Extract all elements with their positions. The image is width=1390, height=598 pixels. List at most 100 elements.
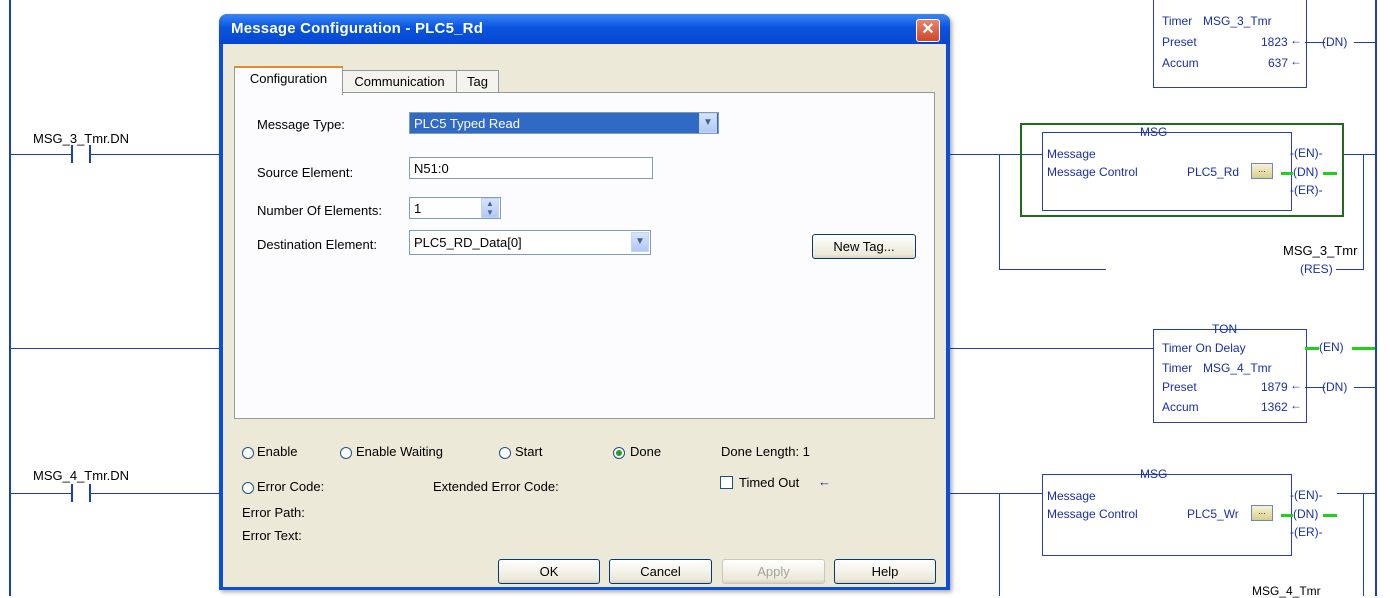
rung1-contact-tag[interactable]: MSG_3_Tmr.DN [33,131,129,146]
msg2-line1: Message [1047,489,1096,503]
msg1-output-wire [1344,154,1375,155]
rung2-wire-right [950,348,1154,349]
help-button[interactable]: Help [834,559,936,584]
res-wire-right [1336,269,1364,270]
msg1-dn-coil: (DN) [1293,165,1319,179]
ton2-line1: Timer On Delay [1162,341,1246,355]
top-timer-label: Timer [1162,14,1193,28]
msg2-er-coil: -(ER)- [1290,525,1323,539]
ton2-accum-label: Accum [1162,400,1199,414]
rung1-branch-down [999,154,1000,269]
rung3-contact[interactable] [71,484,91,502]
ton2-timer-tag[interactable]: MSG_4_Tmr [1203,361,1272,375]
enable-label: Enable [257,444,298,459]
timed-out-checkbox[interactable] [720,476,733,489]
ok-button-label: OK [539,564,559,579]
source-element-field[interactable]: N51:0 [409,157,653,179]
new-tag-button[interactable]: New Tag... [812,234,916,259]
rung1-wire-left [11,154,71,155]
left-power-rail [9,0,11,596]
cancel-button[interactable]: Cancel [609,559,712,584]
rung2-wire-left [11,348,219,349]
ton2-preset-arrow: ← [1290,378,1302,392]
rung2-contact-tag[interactable]: MSG_4_Tmr.DN [33,468,129,483]
tab-communication[interactable]: Communication [342,70,457,93]
top-timer-preset-value[interactable]: 1823 [1261,35,1288,49]
dest-element-dropdown-icon[interactable]: ▼ [631,232,649,252]
msg1-control-tag[interactable]: PLC5_Rd [1187,165,1239,179]
done-length: Done Length: 1 [721,444,810,459]
close-button[interactable]: ✕ [916,19,940,42]
cancel-button-label: Cancel [640,564,681,579]
start-label: Start [515,444,543,459]
res-coil-tag[interactable]: MSG_3_Tmr [1283,243,1357,258]
ton2-timer-label: Timer [1162,361,1193,375]
message-configuration-dialog[interactable]: Message Configuration - PLC5_Rd ✕ Config… [219,14,950,590]
msg1-config-button[interactable]: ... [1251,163,1273,179]
msg2-en-coil: -(EN)- [1290,488,1323,502]
msg1-en-coil: -(EN)- [1290,146,1323,160]
msg2-dn-active [1281,514,1293,517]
error-code-label: Error Code: [257,479,325,494]
enable-waiting-label: Enable Waiting [356,444,443,459]
msg1-er-coil: -(ER)- [1290,183,1323,197]
close-icon: ✕ [921,21,935,38]
tab-configuration[interactable]: Configuration [234,66,343,95]
rung1-contact[interactable] [71,145,91,163]
help-button-label: Help [871,564,899,579]
timed-out-arrow-icon: ← [818,474,831,489]
stepper-icon[interactable]: ▲ ▼ [481,198,499,218]
ok-button[interactable]: OK [498,559,600,584]
ton2-accum-value[interactable]: 1362 [1261,400,1288,414]
top-timer-preset-label: Preset [1162,35,1197,49]
top-timer-dn-wire-right [1354,42,1375,43]
ton2-dn-coil: (DN) [1322,380,1348,394]
source-element-value: N51:0 [414,161,449,176]
ton2-dn-wire-right [1354,387,1375,388]
msg2-dn-coil: (DN) [1293,507,1319,521]
ton2-en-active-right [1352,347,1375,350]
msg1-dn-active-right [1323,172,1337,175]
top-timer-tag[interactable]: MSG_3_Tmr [1203,14,1272,28]
msg2-control-tag[interactable]: PLC5_Wr [1187,507,1239,521]
message-type-select[interactable]: PLC5 Typed Read [409,112,719,134]
top-timer-dn-coil: (DN) [1322,35,1348,49]
top-timer-preset-arrow: ← [1290,33,1302,47]
ton2-accum-arrow: ← [1290,398,1302,412]
res-coil: (RES) [1300,262,1333,276]
dest-element-select[interactable]: PLC5_RD_Data[0] [409,230,651,255]
num-elements-value: 1 [414,201,422,216]
source-element-label: Source Element: [257,165,354,180]
apply-button-label: Apply [757,564,790,579]
enable-waiting-radio [340,447,352,459]
apply-button[interactable]: Apply [722,559,825,584]
dest-element-value: PLC5_RD_Data[0] [414,235,522,250]
rung1-branch-low [999,269,1106,270]
ton2-preset-value[interactable]: 1879 [1261,380,1288,394]
msg2-branch-down [1363,493,1364,596]
rung3-wire-left [11,493,71,494]
tab-tag[interactable]: Tag [456,70,499,93]
error-code-radio [242,482,254,494]
done-radio [613,447,625,459]
top-timer-accum-value[interactable]: 637 [1268,56,1288,70]
message-type-dropdown-icon[interactable]: ▼ [699,113,717,133]
timed-out-label: Timed Out [739,475,800,490]
dest-element-label: Destination Element: [257,237,377,252]
num-elements-label: Number Of Elements: [257,203,382,218]
msg1-line1: Message [1047,147,1096,161]
rung3-wire-mid [91,493,219,494]
dialog-titlebar[interactable]: Message Configuration - PLC5_Rd ✕ [219,14,950,44]
rung3-branch-down [999,493,1000,596]
right-power-rail [1375,0,1377,596]
message-type-value: PLC5 Typed Read [414,116,520,131]
msg2-title: MSG [1140,467,1168,481]
new-tag-button-label: New Tag... [833,239,895,254]
configuration-panel: Message Type: PLC5 Typed Read ▼ Source E… [234,92,935,419]
res-branch-up [1363,154,1364,270]
msg2-config-button[interactable]: ... [1251,505,1273,521]
msg2-dn-active-right [1323,514,1337,517]
rung3-wire-right [950,493,1042,494]
msg2-control-label: Message Control [1047,507,1138,521]
ton2-en-active [1305,347,1319,350]
